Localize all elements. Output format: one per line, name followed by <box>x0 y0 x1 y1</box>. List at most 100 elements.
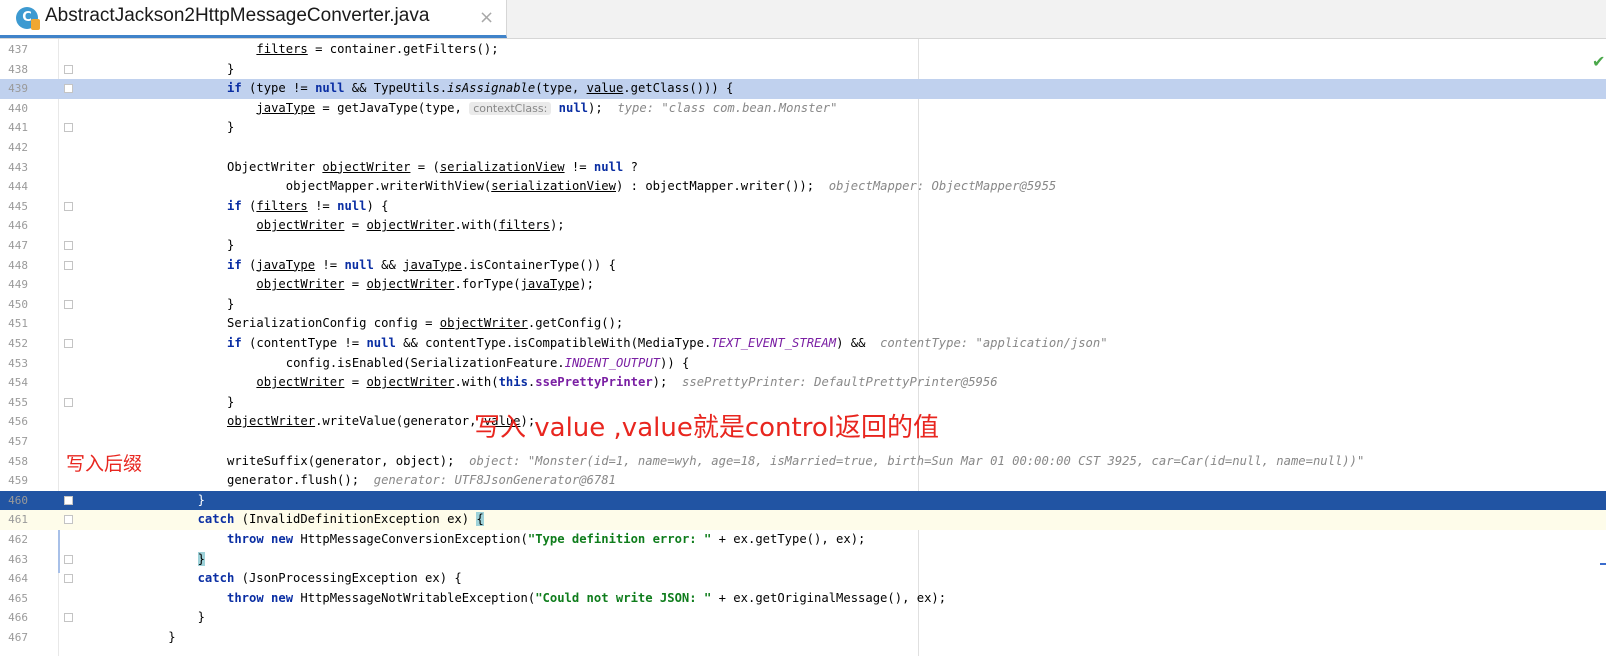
close-icon[interactable]: × <box>479 7 494 28</box>
fold-marker-icon[interactable] <box>64 299 73 309</box>
code-token: "Type definition error: " <box>527 532 712 546</box>
code-line[interactable]: 466} <box>0 608 1606 628</box>
line-number[interactable]: 466 <box>0 611 28 624</box>
fold-marker-icon[interactable] <box>64 397 73 407</box>
line-number[interactable]: 448 <box>0 259 28 272</box>
code-line[interactable]: 464 catch (JsonProcessingException ex) { <box>0 569 1606 589</box>
line-number[interactable]: 456 <box>0 415 28 428</box>
code-line[interactable]: 446 objectWriter = objectWriter.with(filt… <box>0 216 1606 236</box>
code-editor[interactable]: 437 filters = container.getFilters(); 438}… <box>0 39 1606 656</box>
code-line[interactable]: 442 <box>0 138 1606 158</box>
line-number[interactable]: 442 <box>0 141 28 154</box>
code-token: && TypeUtils. <box>344 81 448 96</box>
line-number[interactable]: 454 <box>0 376 28 389</box>
line-number[interactable]: 462 <box>0 533 28 546</box>
code-line[interactable]: 438} <box>0 60 1606 80</box>
code-token: throw <box>227 590 264 605</box>
line-number[interactable]: 445 <box>0 200 28 213</box>
line-number[interactable]: 463 <box>0 553 28 566</box>
code-line[interactable]: 440 javaType = getJavaType(type, contextC… <box>0 99 1606 119</box>
fold-marker-icon[interactable] <box>64 241 73 250</box>
code-line[interactable]: 462 throw new HttpMessageConversionExcept… <box>0 530 1606 550</box>
line-number[interactable]: 459 <box>0 474 28 487</box>
code-line[interactable]: 459 generator.flush(); generator: UTF8Jso… <box>0 471 1606 491</box>
code-token: (JsonProcessingException ex) { <box>234 571 462 586</box>
line-number[interactable]: 455 <box>0 396 28 409</box>
fold-marker-icon[interactable] <box>64 574 73 584</box>
line-number[interactable]: 460 <box>0 494 28 507</box>
fold-marker-icon[interactable] <box>64 339 73 348</box>
line-number[interactable]: 452 <box>0 337 28 350</box>
code-token: objectMapper.writerWithView( <box>285 179 492 194</box>
line-number[interactable]: 438 <box>0 63 28 76</box>
code-line[interactable]: 448 if (javaType != null && javaType.isCo… <box>0 256 1606 276</box>
line-number[interactable]: 467 <box>0 631 28 644</box>
fold-marker-icon[interactable] <box>64 554 73 564</box>
code-token: = <box>344 375 367 390</box>
code-line[interactable]: 454 objectWriter = objectWriter.with(this… <box>0 373 1606 393</box>
line-number[interactable]: 457 <box>0 435 28 448</box>
code-line[interactable]: 467} <box>0 628 1606 648</box>
code-line[interactable]: 449 objectWriter = objectWriter.forType(j… <box>0 275 1606 295</box>
code-line[interactable]: 450} <box>0 295 1606 315</box>
line-number[interactable]: 465 <box>0 592 28 605</box>
code-token: ( <box>241 257 257 272</box>
code-line[interactable]: 447} <box>0 236 1606 256</box>
code-token: && <box>373 257 404 272</box>
line-number[interactable]: 443 <box>0 161 28 174</box>
code-line[interactable]: 445 if (filters != null) { <box>0 197 1606 217</box>
code-line[interactable]: 453 config.isEnabled(SerializationFeature… <box>0 354 1606 374</box>
fold-marker-icon[interactable] <box>64 201 73 211</box>
code-line[interactable]: 443 ObjectWriter objectWriter = (serializ… <box>0 158 1606 178</box>
fold-marker-icon[interactable] <box>64 123 73 133</box>
fold-marker-icon[interactable] <box>64 613 73 623</box>
code-line[interactable]: 441} <box>0 118 1606 138</box>
code-text: if (contentType != null && contentType.i… <box>227 336 1108 350</box>
code-line[interactable]: 463} <box>0 550 1606 570</box>
fold-marker-icon[interactable] <box>64 495 73 505</box>
fold-marker-icon[interactable] <box>64 84 73 94</box>
code-line[interactable]: 461 catch (InvalidDefinitionException ex)… <box>0 510 1606 531</box>
fold-marker-icon[interactable] <box>64 515 73 525</box>
line-number[interactable]: 444 <box>0 180 28 193</box>
line-number[interactable]: 453 <box>0 357 28 370</box>
line-number[interactable]: 451 <box>0 317 28 330</box>
code-line[interactable]: 452 if (contentType != null && contentTyp… <box>0 334 1606 354</box>
line-number[interactable]: 464 <box>0 572 28 585</box>
code-line[interactable]: 465 throw new HttpMessageNotWritableExcep… <box>0 589 1606 609</box>
code-token: != <box>564 159 594 174</box>
line-number[interactable]: 447 <box>0 239 28 252</box>
line-number[interactable]: 461 <box>0 513 28 526</box>
code-text: if (filters != null) { <box>227 199 388 213</box>
code-token: } <box>227 61 235 76</box>
code-token: ) : objectMapper.writer()); <box>616 179 829 194</box>
line-number[interactable]: 441 <box>0 121 28 134</box>
line-number[interactable]: 439 <box>0 82 28 95</box>
editor-tab-active[interactable]: C AbstractJackson2HttpMessageConverter.j… <box>0 0 507 38</box>
line-number[interactable]: 449 <box>0 278 28 291</box>
inspection-ok-icon[interactable]: ✔ <box>1592 52 1605 71</box>
fold-marker-icon[interactable] <box>64 260 73 270</box>
code-token: value <box>586 81 624 96</box>
code-line[interactable]: 444 objectMapper.writerWithView(serializa… <box>0 177 1606 197</box>
code-token: serializationView <box>439 159 565 174</box>
line-number[interactable]: 440 <box>0 102 28 115</box>
line-number[interactable]: 450 <box>0 298 28 311</box>
code-text: objectWriter = objectWriter.with(filters… <box>256 218 564 232</box>
java-class-icon: C <box>16 7 40 30</box>
code-token: )) { <box>660 355 690 370</box>
line-number[interactable]: 458 <box>0 455 28 468</box>
code-line[interactable]: 439 if (type != null && TypeUtils.isAssig… <box>0 79 1606 100</box>
fold-marker-icon[interactable] <box>64 64 73 74</box>
line-number[interactable]: 446 <box>0 219 28 232</box>
code-line[interactable]: 451 SerializationConfig config = objectWr… <box>0 314 1606 334</box>
line-number[interactable]: 437 <box>0 43 28 56</box>
code-line[interactable]: 460} <box>0 490 1606 511</box>
code-token: objectWriter <box>227 414 316 429</box>
lock-badge-icon <box>31 19 40 30</box>
scrollbar-marker[interactable] <box>1600 563 1606 565</box>
code-text: } <box>198 493 205 507</box>
code-line[interactable]: 437 filters = container.getFilters(); <box>0 40 1606 60</box>
code-line[interactable]: 458 writeSuffix(generator, object); objec… <box>0 452 1606 472</box>
code-text: ObjectWriter objectWriter = (serializati… <box>227 160 638 174</box>
